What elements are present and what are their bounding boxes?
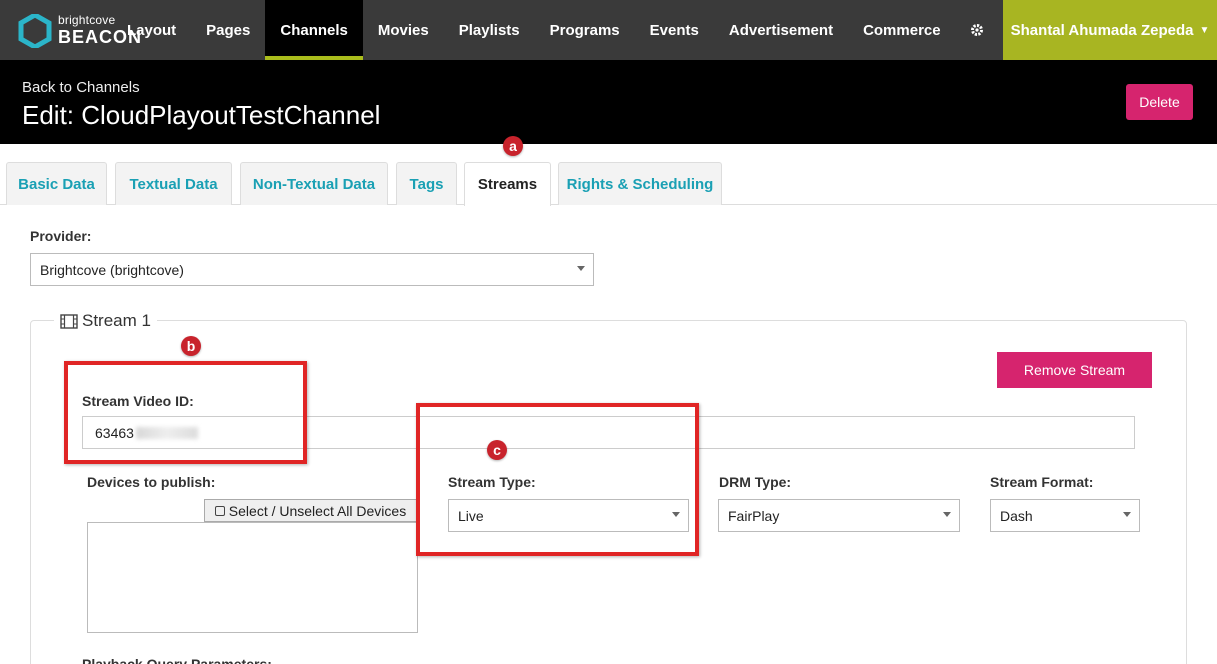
tab-tags[interactable]: Tags — [396, 162, 457, 205]
stream-legend: Stream 1 — [54, 311, 157, 331]
annotation-badge-a: a — [503, 136, 523, 156]
nav-item-advertisement[interactable]: Advertisement — [714, 0, 848, 60]
nav-items: Layout Pages Channels Movies Playlists P… — [112, 0, 1040, 60]
drm-type-value: FairPlay — [728, 507, 780, 524]
stream-format-label: Stream Format: — [990, 474, 1094, 490]
user-name: Shantal Ahumada Zepeda — [1010, 21, 1194, 39]
stream-format-value: Dash — [1000, 507, 1033, 524]
nav-item-programs[interactable]: Programs — [535, 0, 635, 60]
logo-small-text: brightcove — [58, 13, 116, 27]
tab-textual-data[interactable]: Textual Data — [115, 162, 232, 205]
caret-down-icon: ▼ — [1199, 24, 1210, 36]
drm-type-select[interactable]: FairPlay — [718, 499, 960, 532]
tab-rights-scheduling[interactable]: Rights & Scheduling — [558, 162, 722, 205]
nav-item-pages[interactable]: Pages — [191, 0, 265, 60]
user-menu[interactable]: Shantal Ahumada Zepeda ▼ — [1003, 0, 1217, 60]
back-to-channels-link[interactable]: Back to Channels — [22, 79, 140, 96]
nav-item-events[interactable]: Events — [635, 0, 714, 60]
tab-basic-data[interactable]: Basic Data — [6, 162, 107, 205]
remove-stream-button[interactable]: Remove Stream — [997, 352, 1152, 388]
nav-item-commerce[interactable]: Commerce — [848, 0, 956, 60]
top-nav: brightcove BEACON Layout Pages Channels … — [0, 0, 1217, 60]
dropdown-arrow-icon — [943, 512, 951, 517]
delete-button[interactable]: Delete — [1126, 84, 1193, 120]
devices-list[interactable] — [87, 522, 418, 633]
playback-query-parameters-label: Playback Query Parameters: — [82, 656, 272, 664]
select-all-devices-button[interactable]: Select / Unselect All Devices — [204, 499, 417, 522]
stream-legend-text: Stream 1 — [82, 311, 151, 330]
hexagon-logo-icon — [18, 14, 52, 48]
annotation-box-b — [64, 361, 307, 464]
stream-format-select[interactable]: Dash — [990, 499, 1140, 532]
provider-label: Provider: — [30, 228, 92, 244]
page-header: Back to Channels Edit: CloudPlayoutTestC… — [0, 60, 1217, 144]
annotation-badge-b: b — [181, 336, 201, 356]
tab-bar: Basic Data Textual Data Non-Textual Data… — [0, 144, 1217, 206]
drm-type-label: DRM Type: — [719, 474, 792, 490]
page-title: Edit: CloudPlayoutTestChannel — [22, 100, 381, 130]
tab-streams[interactable]: Streams — [464, 162, 551, 206]
film-icon — [60, 313, 78, 329]
nav-item-layout[interactable]: Layout — [112, 0, 191, 60]
tab-non-textual-data[interactable]: Non-Textual Data — [240, 162, 388, 205]
dropdown-arrow-icon — [1123, 512, 1131, 517]
provider-select-value: Brightcove (brightcove) — [40, 261, 184, 278]
nav-item-channels[interactable]: Channels — [265, 0, 363, 60]
nav-item-movies[interactable]: Movies — [363, 0, 444, 60]
settings-button[interactable] — [956, 0, 998, 60]
annotation-box-c — [416, 403, 699, 556]
dropdown-arrow-icon — [577, 266, 585, 271]
provider-select[interactable]: Brightcove (brightcove) — [30, 253, 594, 286]
checkbox-icon — [214, 505, 225, 516]
nav-item-playlists[interactable]: Playlists — [444, 0, 535, 60]
select-all-devices-label: Select / Unselect All Devices — [228, 502, 407, 519]
devices-to-publish-label: Devices to publish: — [87, 474, 216, 490]
gear-icon — [970, 24, 983, 36]
